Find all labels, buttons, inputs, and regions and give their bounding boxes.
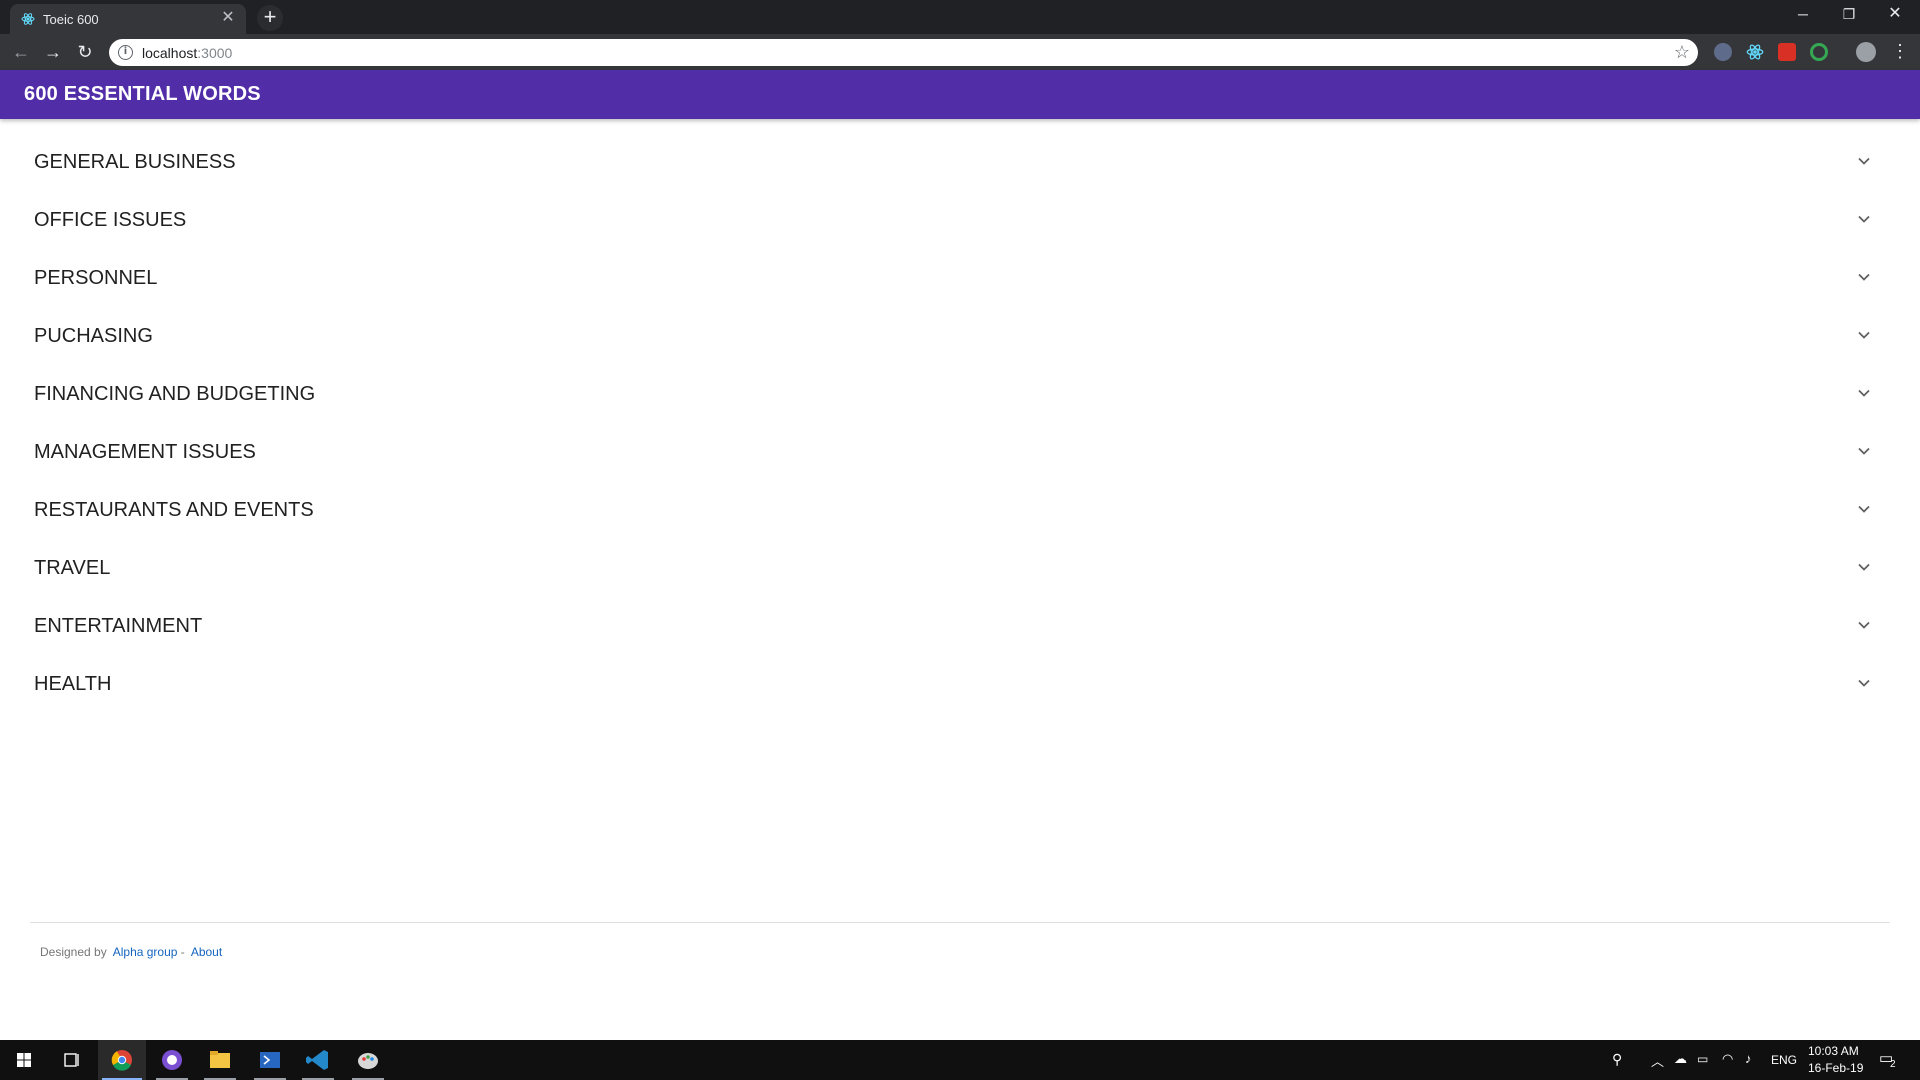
- app-title: 600 ESSENTIAL WORDS: [24, 83, 261, 105]
- windows-start-icon[interactable]: [0, 1040, 48, 1080]
- windows-taskbar: ⚲ ︿ ☁ ▭ ◠ ♪ ENG 10:03 AM 16-Feb-19 ▭ 2: [0, 1040, 1920, 1080]
- browser-tab[interactable]: Toeic 600 ✕: [10, 4, 246, 34]
- extension-red-icon[interactable]: [1778, 43, 1796, 61]
- expand-chevron-icon[interactable]: [1856, 443, 1872, 459]
- category-panel[interactable]: PERSONNEL: [14, 249, 1906, 307]
- tab-title: Toeic 600: [43, 12, 99, 27]
- category-title: RESTAURANTS AND EVENTS: [34, 499, 314, 521]
- category-panel[interactable]: HEALTH: [14, 655, 1906, 713]
- site-info-icon[interactable]: i: [118, 45, 133, 60]
- category-panel[interactable]: ENTERTAINMENT: [14, 597, 1906, 655]
- expand-chevron-icon[interactable]: [1856, 617, 1872, 633]
- expand-chevron-icon[interactable]: [1856, 153, 1872, 169]
- profile-avatar[interactable]: [1856, 42, 1876, 62]
- footer-divider: [30, 922, 1890, 923]
- footer-group-link[interactable]: Alpha group: [113, 945, 178, 959]
- category-panel[interactable]: TRAVEL: [14, 539, 1906, 597]
- category-title: PERSONNEL: [34, 267, 158, 289]
- expand-chevron-icon[interactable]: [1856, 675, 1872, 691]
- powershell-icon[interactable]: [246, 1040, 294, 1080]
- category-title: HEALTH: [34, 673, 112, 695]
- clock-date[interactable]: 16-Feb-19: [1808, 1061, 1863, 1075]
- restore-icon[interactable]: ❐: [1826, 0, 1872, 30]
- expand-chevron-icon[interactable]: [1856, 501, 1872, 517]
- tray-overflow-icon[interactable]: ︿: [1651, 1051, 1664, 1070]
- extension-green-icon[interactable]: [1810, 43, 1828, 61]
- footer-separator: -: [180, 945, 185, 959]
- category-panel[interactable]: PUCHASING: [14, 307, 1906, 365]
- task-view-icon[interactable]: [48, 1040, 96, 1080]
- wifi-icon[interactable]: ◠: [1722, 1051, 1733, 1067]
- react-favicon-icon: [21, 13, 35, 25]
- category-panel[interactable]: RESTAURANTS AND EVENTS: [14, 481, 1906, 539]
- browser-toolbar: ← → ↻ i localhost:3000 ☆ ⋮: [0, 34, 1920, 70]
- app-purple-taskbar-icon[interactable]: [148, 1040, 196, 1080]
- volume-icon[interactable]: ♪: [1745, 1051, 1752, 1066]
- minimize-icon[interactable]: ─: [1780, 0, 1826, 30]
- category-title: GENERAL BUSINESS: [34, 151, 236, 173]
- vscode-icon[interactable]: [294, 1040, 342, 1080]
- app-bar: 600 ESSENTIAL WORDS: [0, 70, 1920, 119]
- category-title: MANAGEMENT ISSUES: [34, 441, 256, 463]
- browser-tab-strip: Toeic 600 ✕ + ─ ❐ ✕: [0, 0, 1920, 34]
- clock-time[interactable]: 10:03 AM: [1808, 1044, 1859, 1058]
- tab-close-icon[interactable]: ✕: [218, 8, 238, 28]
- footer-designed-by: Designed by: [40, 945, 107, 959]
- category-title: FINANCING AND BUDGETING: [34, 383, 316, 405]
- category-panel[interactable]: OFFICE ISSUES: [14, 191, 1906, 249]
- file-explorer-icon[interactable]: [196, 1040, 244, 1080]
- language-indicator[interactable]: ENG: [1771, 1053, 1797, 1067]
- expand-chevron-icon[interactable]: [1856, 211, 1872, 227]
- reload-icon[interactable]: ↻: [72, 39, 98, 65]
- category-panel[interactable]: GENERAL BUSINESS: [14, 133, 1906, 191]
- battery-icon[interactable]: ▭: [1697, 1052, 1708, 1066]
- forward-icon[interactable]: →: [40, 39, 66, 65]
- back-icon[interactable]: ←: [8, 39, 34, 65]
- footer: Designed by Alpha group - About: [40, 945, 222, 959]
- address-bar[interactable]: i localhost:3000 ☆: [109, 39, 1698, 66]
- bookmark-star-icon[interactable]: ☆: [1674, 42, 1690, 63]
- expand-chevron-icon[interactable]: [1856, 327, 1872, 343]
- category-title: OFFICE ISSUES: [34, 209, 187, 231]
- category-title: ENTERTAINMENT: [34, 615, 203, 637]
- category-title: PUCHASING: [34, 325, 153, 347]
- window-close-icon[interactable]: ✕: [1872, 0, 1918, 30]
- people-icon[interactable]: ⚲: [1612, 1051, 1622, 1068]
- new-tab-button[interactable]: +: [257, 5, 283, 31]
- expand-chevron-icon[interactable]: [1856, 385, 1872, 401]
- category-accordion: GENERAL BUSINESS OFFICE ISSUES PERSONNEL PU…: [14, 133, 1906, 713]
- footer-about-link[interactable]: About: [191, 945, 222, 959]
- expand-chevron-icon[interactable]: [1856, 559, 1872, 575]
- category-panel[interactable]: FINANCING AND BUDGETING: [14, 365, 1906, 423]
- notification-count: 2: [1890, 1059, 1896, 1070]
- onedrive-icon[interactable]: ☁: [1674, 1051, 1687, 1067]
- chrome-taskbar-icon[interactable]: [98, 1040, 146, 1080]
- address-url: localhost:3000: [142, 45, 233, 61]
- browser-menu-icon[interactable]: ⋮: [1891, 42, 1909, 60]
- paint-icon[interactable]: [344, 1040, 392, 1080]
- category-title: TRAVEL: [34, 557, 111, 579]
- category-panel[interactable]: MANAGEMENT ISSUES: [14, 423, 1906, 481]
- extension-react-icon[interactable]: [1746, 43, 1764, 61]
- extension-owl-icon[interactable]: [1714, 43, 1732, 61]
- expand-chevron-icon[interactable]: [1856, 269, 1872, 285]
